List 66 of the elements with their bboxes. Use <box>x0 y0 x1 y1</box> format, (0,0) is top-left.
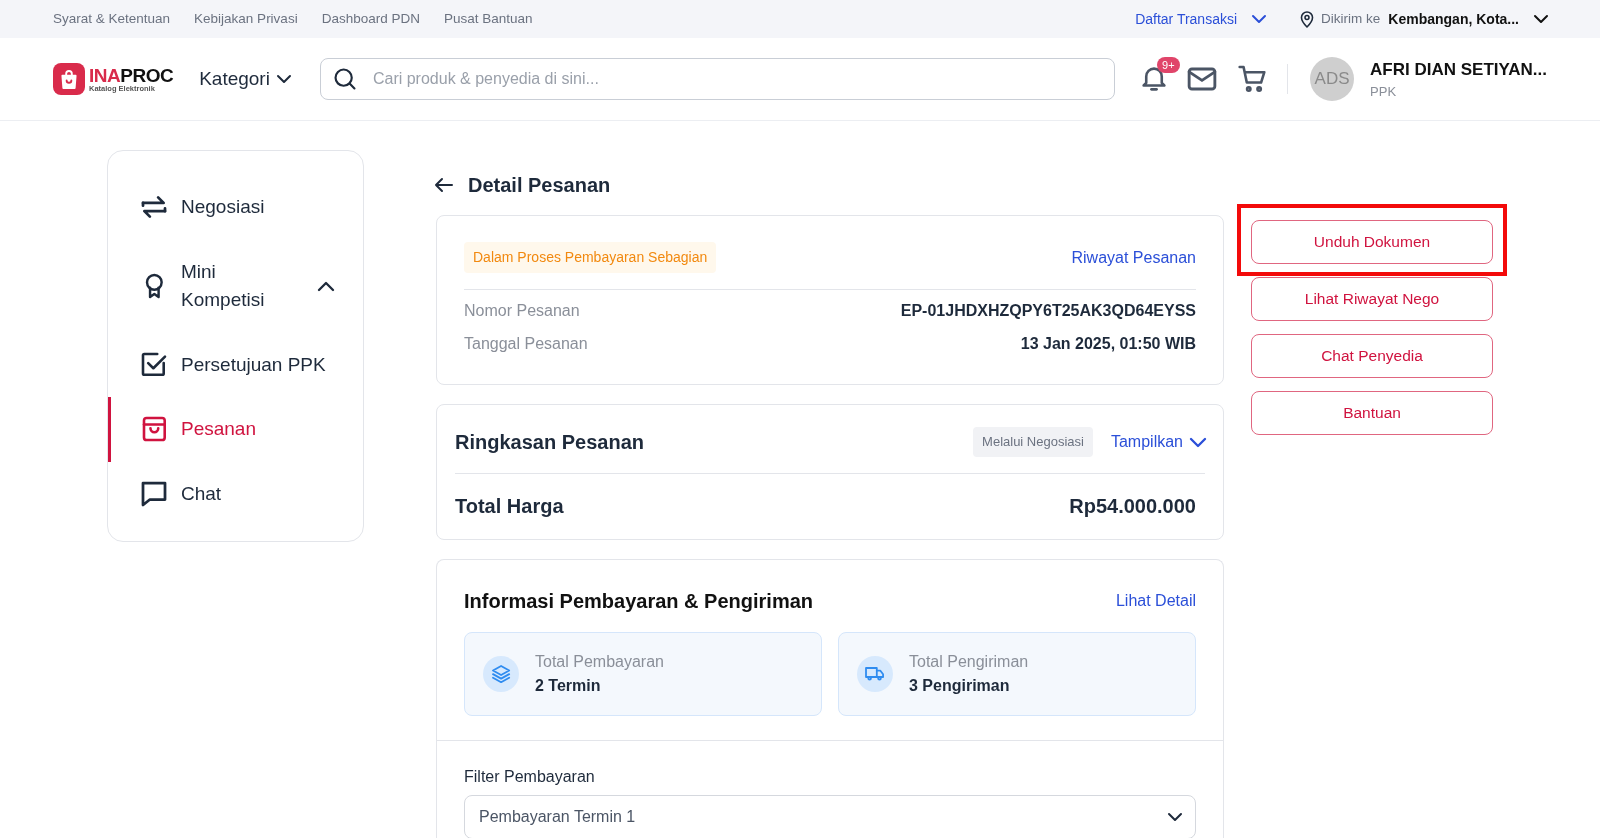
mail-icon <box>1189 69 1216 89</box>
total-value: Rp54.000.000 <box>1069 494 1196 519</box>
user-profile[interactable]: ADS AFRI DIAN SETIYAN... PPK <box>1310 56 1547 102</box>
search-field[interactable]: Cari produk & penyedia di sini... <box>319 58 1116 100</box>
method-tag: Melalui Negosiasi <box>973 427 1093 457</box>
stat-label: Total Pembayaran <box>535 652 664 672</box>
checkbox-icon <box>143 353 165 376</box>
field-value: 13 Jan 2025, 01:50 WIB <box>1020 334 1196 354</box>
chevron-down-icon <box>1191 438 1205 446</box>
sidebar-item[interactable]: Chat <box>108 461 363 526</box>
user-role: PPK <box>1370 83 1398 101</box>
footer-link[interactable]: Pusat Bantuan <box>443 8 533 30</box>
field-label: Nomor Pesanan <box>464 301 580 321</box>
order-history-link[interactable]: Riwayat Pesanan <box>1071 245 1196 270</box>
section-title: Ringkasan Pesanan <box>455 430 644 455</box>
shopping-bag-icon <box>61 70 77 88</box>
back-arrow-icon <box>436 179 452 191</box>
chevron-down-icon <box>1535 16 1547 22</box>
layers-icon <box>492 665 510 683</box>
page-title: Detail Pesanan <box>468 173 611 197</box>
shopping-bag-icon <box>143 418 165 441</box>
sidebar-item[interactable]: Persetujuan PPK <box>108 332 363 397</box>
chevron-down-icon <box>1169 814 1181 820</box>
detail-link[interactable]: Lihat Detail <box>1115 589 1196 613</box>
footer-link[interactable]: Kebijakan Privasi <box>194 8 298 30</box>
shipping-label: Dikirim ke <box>1321 9 1381 28</box>
swap-arrows-icon <box>143 196 165 219</box>
cart-icon <box>1239 67 1266 91</box>
cart-button[interactable] <box>1239 67 1266 91</box>
sidebar-item[interactable]: Mini Kompetisi <box>108 239 363 333</box>
shipping-location-dropdown[interactable]: Kembangan, Kota... <box>1388 8 1547 30</box>
stat-value: 2 Termin <box>535 676 602 696</box>
field-label: Tanggal Pesanan <box>464 334 588 354</box>
footer-link[interactable]: Dashboard PDN <box>321 8 420 30</box>
field-value: EP-01JHDXHZQPY6T25AK3QD64EYSS <box>900 301 1196 321</box>
chevron-down-icon <box>277 76 290 82</box>
bell-icon <box>1143 68 1166 90</box>
location-pin-icon <box>1301 11 1314 27</box>
stat-value: 3 Pengiriman <box>909 676 1011 696</box>
category-dropdown[interactable]: Kategori <box>199 64 290 94</box>
action-button[interactable]: Chat Penyedia <box>1251 334 1493 378</box>
show-toggle[interactable]: Tampilkan <box>1110 430 1205 454</box>
user-avatar: ADS <box>1310 57 1355 101</box>
notification-button[interactable] <box>1143 68 1166 90</box>
search-icon <box>334 69 355 89</box>
chat-bubble-icon <box>143 482 165 505</box>
action-button[interactable]: Bantuan <box>1251 391 1493 435</box>
action-button[interactable]: Unduh Dokumen <box>1251 220 1493 264</box>
logo-wordmark: INAPROC <box>89 65 174 85</box>
status-badge: Dalam Proses Pembayaran Sebagian <box>464 242 717 273</box>
mail-button[interactable] <box>1189 69 1216 89</box>
chevron-down-icon <box>1253 16 1266 22</box>
sidebar-item[interactable]: Pesanan <box>108 397 363 462</box>
footer-link[interactable]: Syarat & Ketentuan <box>53 8 171 30</box>
transactions-dropdown[interactable]: Daftar Transaksi <box>1135 8 1266 30</box>
sidebar-item[interactable]: Negosiasi <box>108 175 363 240</box>
truck-icon <box>866 668 884 680</box>
user-name: AFRI DIAN SETIYAN... <box>1370 58 1547 81</box>
notification-badge: 9+ <box>1157 57 1180 74</box>
section-title: Informasi Pembayaran & Pengiriman <box>464 589 813 614</box>
stat-label: Total Pengiriman <box>909 652 1029 672</box>
ribbon-icon <box>146 275 162 297</box>
filter-label: Filter Pembayaran <box>464 767 596 787</box>
action-button[interactable]: Lihat Riwayat Nego <box>1251 277 1493 321</box>
back-button[interactable] <box>436 179 452 191</box>
total-label: Total Harga <box>455 494 564 519</box>
